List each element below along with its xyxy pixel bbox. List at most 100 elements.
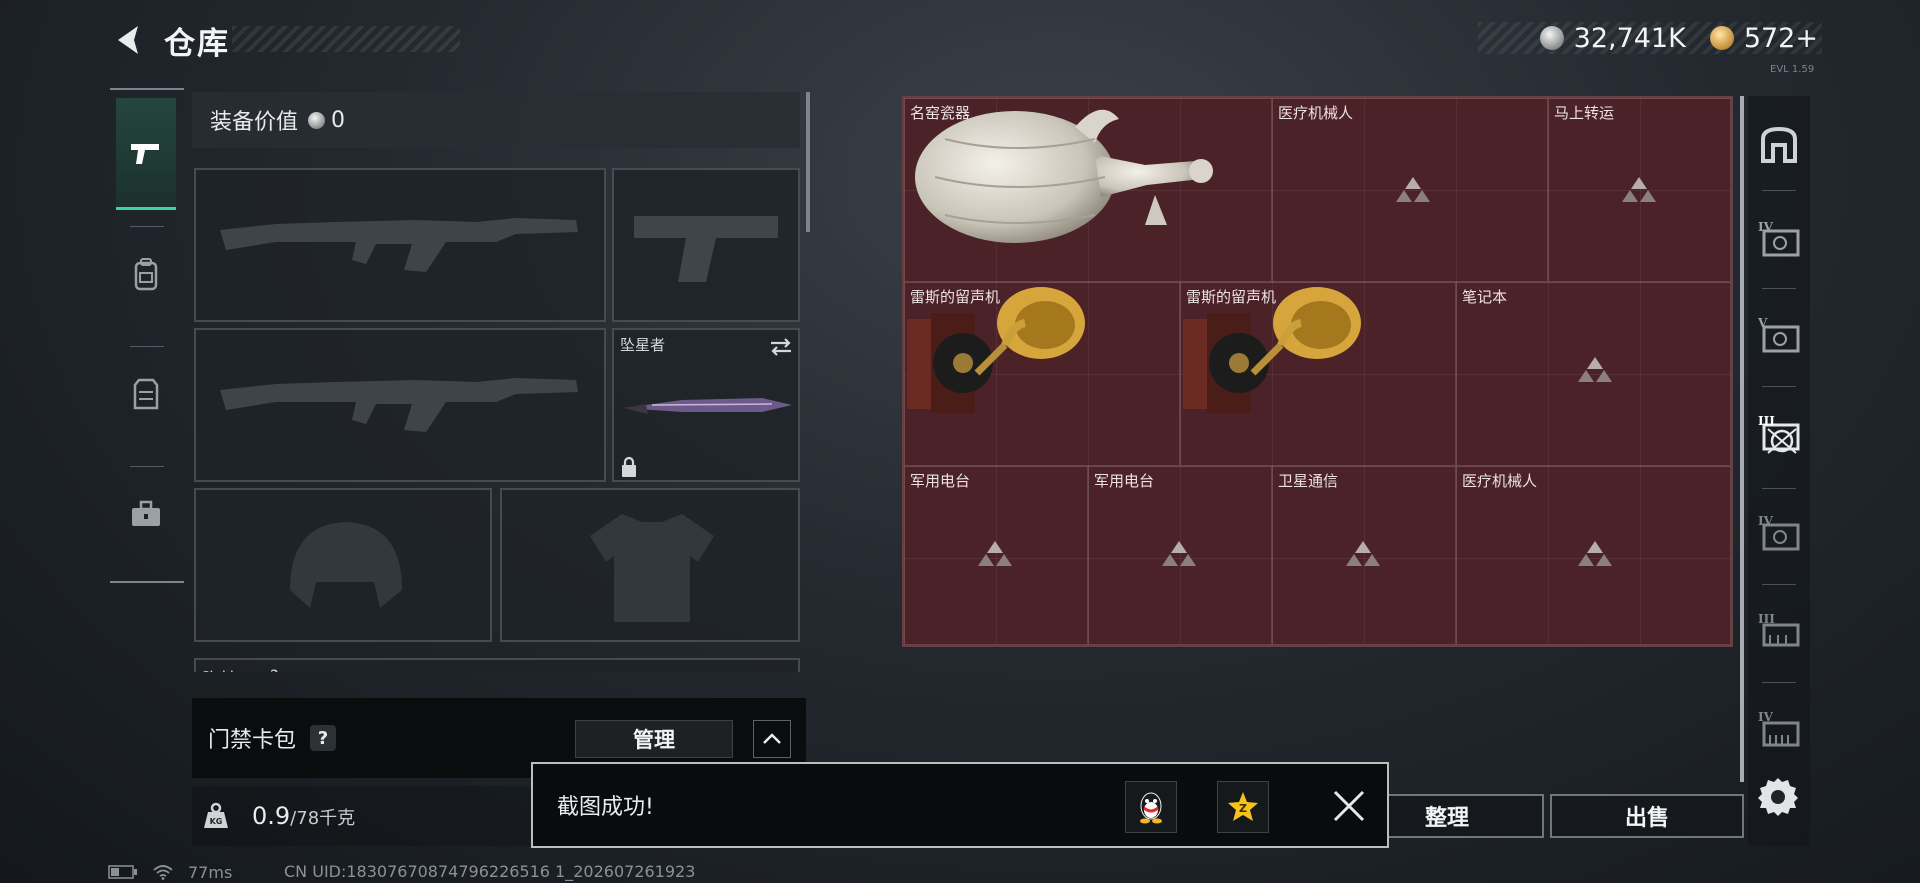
stash-item-satellite-comm[interactable]: 卫星通信 <box>1272 466 1456 645</box>
item-name: 雷斯的留声机 <box>910 288 1001 306</box>
stash-item-quick-transfer[interactable]: 马上转运 <box>1548 98 1731 282</box>
toast-close-button[interactable] <box>1329 786 1369 826</box>
tier-case-icon: V <box>1757 316 1800 353</box>
helmet-silhouette-icon <box>290 522 402 608</box>
unidentified-item-icon <box>1396 177 1430 202</box>
tab-weapons[interactable] <box>116 98 176 210</box>
item-name: 军用电台 <box>1094 472 1155 490</box>
stash-item-notebook[interactable]: 笔记本 <box>1456 282 1731 466</box>
gold-balance[interactable]: 572+ <box>1744 23 1818 54</box>
rifle-silhouette-icon <box>220 218 578 272</box>
helmet-slot[interactable] <box>194 488 492 642</box>
stash-scrollbar[interactable] <box>1740 96 1744 782</box>
category-tier-iii-2[interactable]: III <box>1756 608 1802 654</box>
screenshot-toast: 截图成功! Z <box>531 762 1389 848</box>
item-name: 军用电台 <box>910 472 971 490</box>
currency-display: 32,741K 572+ <box>1478 22 1822 54</box>
tier-case-icon: IV <box>1758 220 1800 257</box>
tier-label: IV <box>1758 514 1774 528</box>
weight-max: /78千克 <box>290 808 356 829</box>
page-title: 仓库 <box>164 26 230 62</box>
body-armor-slot[interactable] <box>500 488 800 642</box>
swap-icon[interactable] <box>768 336 794 358</box>
unidentified-item-icon <box>1346 541 1380 566</box>
equipment-value: 0 <box>331 107 346 133</box>
category-all[interactable] <box>1756 122 1802 168</box>
svg-text:Z: Z <box>1239 802 1247 815</box>
tab-backpack[interactable] <box>116 218 176 330</box>
help-icon[interactable]: ? <box>310 725 337 751</box>
category-tier-v[interactable]: V <box>1756 312 1802 358</box>
title-decoration <box>232 26 460 52</box>
pistol-silhouette-icon <box>634 216 778 282</box>
melee-weapon-slot[interactable]: 坠星者 <box>612 328 800 482</box>
rifle-silhouette-icon <box>220 378 578 432</box>
primary-weapon-slot-1[interactable] <box>194 168 606 322</box>
chest-rig-help-icon[interactable]: ? <box>270 666 279 672</box>
card-pack-label: 门禁卡包 <box>208 728 297 753</box>
chest-rig-slot[interactable]: 胸挂 ? <box>194 658 800 672</box>
silver-coin-icon <box>308 111 326 129</box>
stash-item-medical-robot[interactable]: 医疗机械人 <box>1272 98 1548 282</box>
stash-item-gramophone-2[interactable]: 雷斯的留声机 <box>1180 282 1456 466</box>
category-tier-iv-2[interactable]: IV <box>1756 510 1802 556</box>
stash-item-military-radio-1[interactable]: 军用电台 <box>904 466 1088 645</box>
armor-silhouette-icon <box>590 514 714 622</box>
toolbox-icon <box>132 500 160 526</box>
toast-message: 截图成功! <box>557 795 654 820</box>
secondary-weapon-slot[interactable] <box>612 168 800 322</box>
back-button[interactable] <box>108 20 144 60</box>
share-qzone-button[interactable]: Z <box>1217 781 1269 833</box>
weight-kg-icon: KG <box>204 802 228 828</box>
item-name: 雷斯的留声机 <box>1186 288 1277 306</box>
manage-button[interactable]: 管理 <box>575 720 733 758</box>
unidentified-item-icon <box>1622 177 1656 202</box>
unidentified-item-icon <box>1578 541 1612 566</box>
carry-weight: KG 0.9/78千克 <box>192 786 532 846</box>
tier-label: V <box>1757 316 1768 330</box>
chevron-up-icon <box>763 733 781 744</box>
stash-grid: 名窑瓷器 医疗机械人 马上转运 雷斯的留声机 雷斯的留声机 笔记本 军用电台 军… <box>902 96 1733 647</box>
gear-icon <box>1758 778 1798 816</box>
equipment-tabs <box>110 88 184 583</box>
unidentified-item-icon <box>978 541 1012 566</box>
gold-coin-icon <box>1709 26 1734 50</box>
tier-case-icon: III <box>1758 612 1800 647</box>
item-name: 医疗机械人 <box>1462 472 1538 490</box>
melee-weapon-name: 坠星者 <box>620 336 666 354</box>
svg-text:KG: KG <box>210 817 223 826</box>
pistol-icon <box>131 143 159 164</box>
qzone-star-icon: Z <box>1228 792 1258 821</box>
device-status-bar: 77ms <box>108 862 232 882</box>
stash-item-gramophone-1[interactable]: 雷斯的留声机 <box>904 282 1180 466</box>
item-name: 医疗机械人 <box>1278 104 1354 122</box>
category-tier-iv-1[interactable]: IV <box>1756 216 1802 262</box>
wifi-icon <box>153 865 173 880</box>
equipment-value-bar: 装备价值 0 <box>192 92 800 148</box>
stash-item-medical-robot-2[interactable]: 医疗机械人 <box>1456 466 1731 645</box>
category-tier-iv-3[interactable]: IV <box>1756 706 1802 752</box>
stash-item-military-radio-2[interactable]: 军用电台 <box>1088 466 1272 645</box>
expand-button[interactable] <box>753 720 791 758</box>
sell-button[interactable]: 出售 <box>1550 794 1744 838</box>
equipment-panel: 装备价值 0 坠星者 <box>192 92 810 672</box>
share-qq-button[interactable] <box>1125 781 1177 833</box>
settings-button[interactable] <box>1758 776 1798 816</box>
tab-toolbox[interactable] <box>116 458 176 570</box>
stash-item-vase[interactable]: 名窑瓷器 <box>904 98 1272 282</box>
backpack-icon <box>134 258 158 291</box>
unidentified-item-icon <box>1162 541 1196 566</box>
item-name: 马上转运 <box>1554 104 1615 122</box>
qq-penguin-icon <box>1140 792 1162 824</box>
item-name: 卫星通信 <box>1278 472 1339 490</box>
primary-weapon-slot-2[interactable] <box>194 328 606 482</box>
category-tier-iii-active[interactable]: III <box>1756 412 1802 458</box>
tier-label: IV <box>1758 710 1774 724</box>
tier-label: III <box>1758 612 1775 626</box>
tab-vest[interactable] <box>116 338 176 450</box>
equipment-value-label: 装备价值 <box>210 110 299 135</box>
player-uid: CN UID:18307670874796226516 1_2026072619… <box>284 862 696 881</box>
vest-icon <box>133 378 159 410</box>
equipment-scrollbar[interactable] <box>806 92 810 232</box>
item-name: 笔记本 <box>1462 288 1508 306</box>
